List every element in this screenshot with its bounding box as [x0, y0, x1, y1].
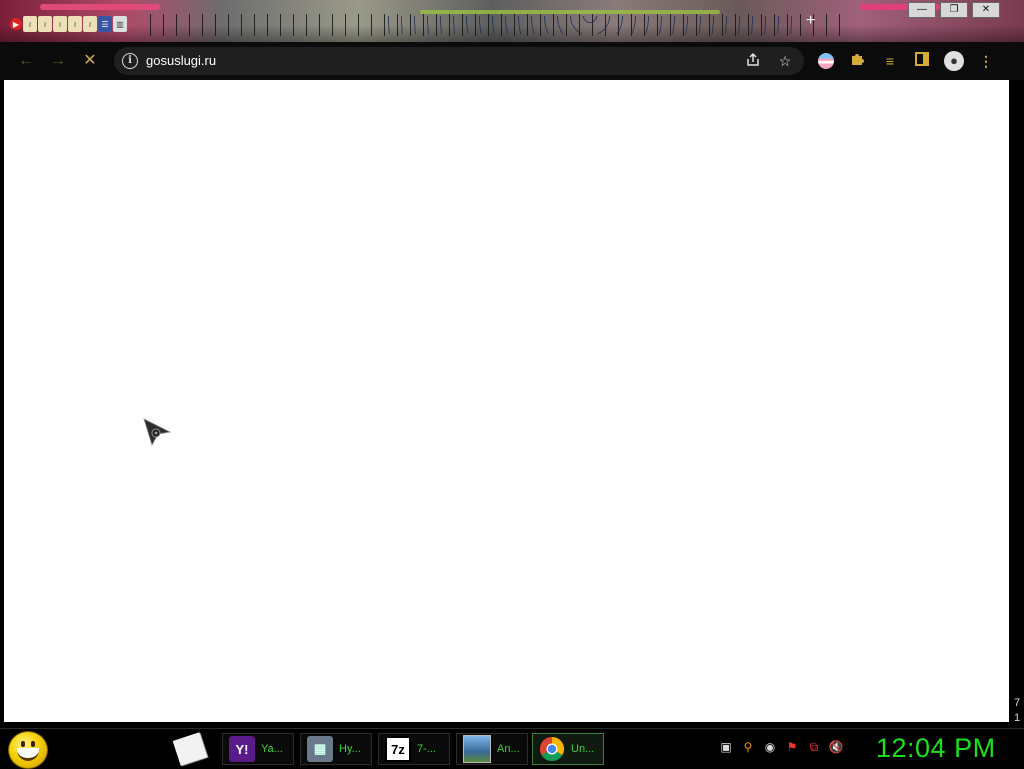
pinned-tab-rss[interactable]: ≀: [68, 16, 82, 32]
side-counter: 7 1: [1012, 696, 1022, 726]
pinned-tab-list[interactable]: ☰: [98, 16, 112, 32]
search-icon[interactable]: ⚲: [740, 739, 756, 755]
close-window-button[interactable]: ✕: [972, 2, 1000, 18]
taskbar-item-label: 7-...: [417, 743, 436, 755]
rss-icon: ≀: [43, 19, 47, 29]
extensions-button[interactable]: [848, 51, 868, 71]
taskbar-item-yahoo[interactable]: Y! Ya...: [222, 733, 294, 765]
notepad-quicklaunch-icon[interactable]: [172, 732, 208, 766]
side-counter-digit: 1: [1013, 712, 1021, 724]
url-text[interactable]: gosuslugi.ru: [146, 53, 216, 68]
pinned-tab-trash[interactable]: ▥: [113, 16, 127, 32]
system-tray: ▣ ⚲ ◉ ⚑ ⧉ 🔇: [718, 739, 844, 755]
new-tab-button[interactable]: +: [806, 12, 815, 30]
avatar-icon: ●: [950, 53, 958, 68]
mouse-cursor-icon: [143, 418, 172, 447]
7zip-icon: 7z: [385, 736, 411, 762]
pinned-tab-rss[interactable]: ≀: [23, 16, 37, 32]
site-info-icon[interactable]: i: [122, 53, 138, 69]
arrow-left-icon: ←: [18, 52, 34, 69]
address-bar[interactable]: i gosuslugi.ru ☆: [114, 47, 804, 75]
media-queue-button[interactable]: ≡: [880, 51, 900, 71]
remote-icon[interactable]: ⧉: [806, 739, 822, 755]
chrome-icon: [539, 736, 565, 762]
back-button[interactable]: ←: [16, 51, 36, 71]
taskbar-item-chrome[interactable]: Un...: [532, 733, 604, 765]
hyper-tool-icon: ▦: [307, 736, 333, 762]
page-viewport[interactable]: [4, 80, 1009, 722]
side-panel-icon: [915, 52, 929, 66]
profile-button[interactable]: ●: [944, 51, 964, 71]
image-viewer-icon: [463, 735, 491, 763]
list-icon: ☰: [101, 19, 109, 29]
forward-button[interactable]: →: [48, 51, 68, 71]
taskbar-item-label: Ya...: [261, 743, 283, 755]
pinned-tab-youtube[interactable]: ▶: [10, 18, 22, 30]
close-icon: ✕: [83, 52, 97, 69]
tab-strip-decoration: [380, 16, 800, 34]
kebab-menu-icon: ⋮: [979, 53, 993, 69]
pinned-tab-rss[interactable]: ≀: [83, 16, 97, 32]
puzzle-icon: [852, 54, 864, 65]
network-icon[interactable]: ◉: [762, 739, 778, 755]
pinned-tabs: ▶ ≀ ≀ ≀ ≀ ≀ ☰ ▥: [10, 16, 127, 32]
volume-muted-icon[interactable]: 🔇: [828, 739, 844, 755]
taskbar: Y! Ya... ▦ Hy... 7z 7-... An... Un... ▣ …: [0, 728, 1024, 769]
flag-icon[interactable]: ⚑: [784, 739, 800, 755]
arrow-right-icon: →: [50, 52, 66, 69]
taskbar-item-image-viewer[interactable]: An...: [456, 733, 528, 765]
share-button[interactable]: [744, 52, 762, 70]
browser-menu-button[interactable]: ⋮: [976, 51, 996, 71]
rss-icon: ≀: [88, 19, 92, 29]
minimize-button[interactable]: —: [908, 2, 936, 18]
start-button[interactable]: [8, 731, 48, 769]
trash-icon: ▥: [116, 19, 124, 29]
browser-toolbar: ← → ✕ i gosuslugi.ru ☆ ≡ ● ⋮: [0, 42, 1024, 80]
taskbar-clock[interactable]: 12:04 PM: [876, 733, 996, 764]
media-queue-icon: ≡: [885, 53, 895, 69]
taskbar-item-label: Hy...: [339, 743, 361, 755]
pinned-tab-rss[interactable]: ≀: [53, 16, 67, 32]
rss-icon: ≀: [73, 19, 77, 29]
rss-icon: ≀: [58, 19, 62, 29]
share-icon: [747, 52, 759, 66]
taskbar-item-7zip[interactable]: 7z 7-...: [378, 733, 450, 765]
tab-strip-decoration: [40, 4, 160, 10]
taskbar-item-label: Un...: [571, 743, 595, 755]
taskbar-item-hy[interactable]: ▦ Hy...: [300, 733, 372, 765]
screen-icon[interactable]: ▣: [718, 739, 734, 755]
window-controls: — ❐ ✕: [908, 2, 1000, 18]
youtube-icon: ▶: [12, 19, 20, 29]
star-icon: ☆: [778, 53, 792, 69]
taskbar-item-label: An...: [497, 743, 520, 755]
maximize-button[interactable]: ❐: [940, 2, 968, 18]
side-counter-digit: 7: [1013, 697, 1021, 709]
stop-loading-button[interactable]: ✕: [80, 51, 100, 71]
browser-tab-strip: ▶ ≀ ≀ ≀ ≀ ≀ ☰ ▥ + — ❐ ✕: [0, 0, 1024, 42]
pinned-tab-rss[interactable]: ≀: [38, 16, 52, 32]
bookmark-button[interactable]: ☆: [776, 52, 794, 70]
yahoo-messenger-icon: Y!: [229, 736, 255, 762]
flag-extension-button[interactable]: [818, 53, 834, 69]
rss-icon: ≀: [28, 19, 32, 29]
side-panel-button[interactable]: [912, 51, 932, 71]
